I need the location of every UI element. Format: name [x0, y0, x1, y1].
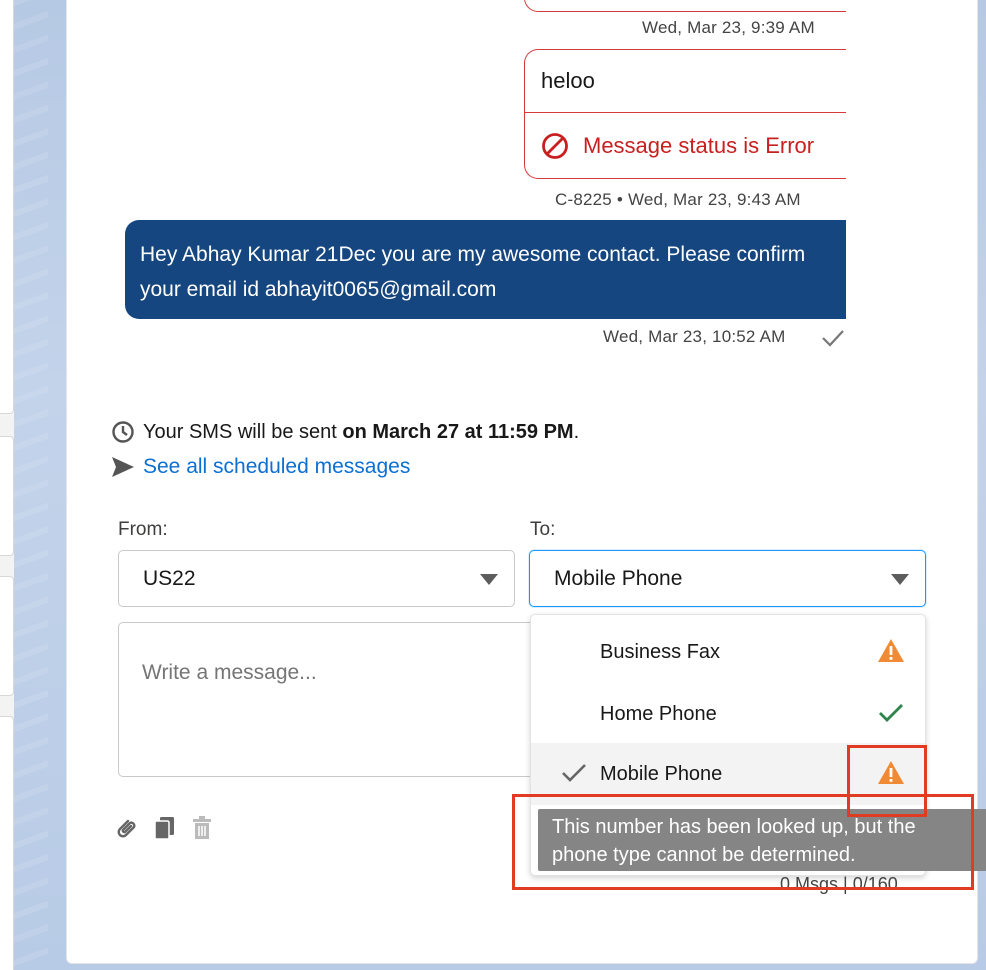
to-label: To: [530, 519, 556, 540]
left-card [0, 0, 14, 414]
clock-icon [112, 421, 134, 443]
warning-icon [878, 639, 904, 662]
chevron-down-icon [891, 574, 909, 585]
selected-check-icon [562, 764, 586, 782]
message-timestamp: Wed, Mar 23, 10:52 AM [603, 327, 786, 346]
send-icon [112, 457, 134, 477]
dropdown-option-business-fax[interactable]: Business Fax [531, 621, 925, 683]
schedule-prefix: Your SMS will be sent [143, 420, 337, 443]
composer-toolbar [113, 815, 213, 841]
option-label: Business Fax [600, 640, 721, 663]
see-scheduled-messages-link[interactable]: See all scheduled messages [143, 455, 410, 479]
message-timestamp: Wed, Mar 23, 9:39 AM [642, 18, 815, 37]
schedule-suffix: . [573, 420, 580, 443]
message-text: heloo [541, 68, 595, 93]
error-block-icon [542, 132, 568, 159]
to-select[interactable]: Mobile Phone [529, 550, 926, 607]
message-text: Hey Abhay Kumar 21Dec you are my awesome… [140, 243, 806, 301]
delivered-check-icon [822, 330, 844, 347]
dropdown-option-home-phone[interactable]: Home Phone [531, 683, 925, 745]
check-icon [879, 704, 903, 722]
trash-icon[interactable] [191, 815, 213, 841]
previous-message-bubble [524, 0, 846, 12]
left-card [0, 716, 14, 970]
message-placeholder: Write a message... [142, 661, 317, 684]
template-icon[interactable] [153, 815, 177, 841]
option-label: Mobile Phone [600, 762, 723, 785]
from-select[interactable]: US22 [118, 550, 515, 607]
message-input[interactable]: Write a message... [118, 622, 538, 777]
from-label: From: [118, 519, 168, 540]
left-panel-edge [0, 0, 14, 970]
error-status-text: Message status is Error [583, 132, 815, 158]
from-select-value: US22 [143, 566, 196, 590]
left-card [0, 436, 14, 556]
error-message-bubble: heloo Message status is Error [524, 49, 846, 179]
chevron-down-icon [480, 574, 498, 585]
attachment-icon[interactable] [113, 815, 139, 841]
error-status-row: Message status is Error [525, 112, 846, 178]
sent-message-bubble: Hey Abhay Kumar 21Dec you are my awesome… [125, 220, 846, 319]
scheduled-messages-row: See all scheduled messages [111, 455, 410, 479]
highlight-box-tooltip [512, 794, 974, 890]
to-select-value: Mobile Phone [554, 566, 683, 590]
left-card [0, 576, 14, 696]
schedule-time: on March 27 at 11:59 PM [342, 420, 574, 443]
message-meta: C-8225 • Wed, Mar 23, 9:43 AM [555, 190, 801, 209]
schedule-info: Your SMS will be sent on March 27 at 11:… [111, 420, 579, 444]
option-label: Home Phone [600, 702, 717, 725]
